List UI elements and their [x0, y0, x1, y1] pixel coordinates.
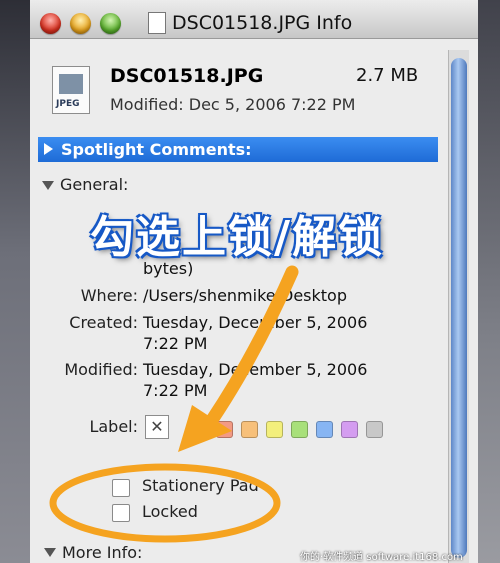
zoom-button[interactable]: [100, 13, 121, 34]
image-preview-icon: [59, 74, 83, 94]
disclosure-triangle-expanded-icon[interactable]: [42, 181, 54, 190]
created-date: Tuesday, December 5, 2006: [143, 313, 368, 332]
file-name: DSC01518.JPG: [110, 65, 264, 87]
modified-time: 7:22 PM: [143, 381, 208, 400]
locked-checkbox[interactable]: [112, 504, 130, 522]
disclosure-triangle-expanded-icon[interactable]: [44, 548, 56, 557]
created-label: Created:: [69, 313, 138, 332]
window-title: DSC01518.JPG Info: [172, 12, 353, 34]
file-size: 2.7 MB: [356, 65, 419, 86]
label-color-swatch[interactable]: [366, 421, 383, 438]
label-color-swatch[interactable]: [266, 421, 283, 438]
spotlight-comments-section[interactable]: Spotlight Comments:: [38, 137, 438, 162]
vertical-scrollbar[interactable]: [448, 50, 469, 563]
label-color-swatch[interactable]: [316, 421, 333, 438]
document-icon: [148, 12, 166, 34]
scroll-thumb[interactable]: [451, 58, 467, 558]
modified-date: Tuesday, December 5, 2006: [143, 360, 368, 379]
where-label: Where:: [80, 286, 138, 305]
label-none-button[interactable]: ✕: [145, 415, 169, 439]
watermark-text: 你的·软件频道 software.it168.com: [300, 552, 463, 563]
minimize-button[interactable]: [70, 13, 91, 34]
desktop-background-right: [478, 0, 500, 563]
where-value: /Users/shenmike/Desktop: [143, 286, 347, 305]
title-bar[interactable]: DSC01518.JPG Info: [30, 0, 478, 39]
annotation-caption: 勾选上锁/解锁: [90, 212, 385, 263]
label-color-swatch[interactable]: [241, 421, 258, 438]
stationery-pad-label: Stationery Pad: [142, 476, 259, 495]
spotlight-comments-label: Spotlight Comments:: [61, 140, 252, 159]
stationery-pad-checkbox[interactable]: [112, 479, 130, 497]
close-button[interactable]: [40, 13, 61, 34]
modified-label: Modified:: [64, 360, 138, 379]
desktop-background-left: [0, 0, 30, 563]
jpeg-file-icon: JPEG: [52, 66, 90, 114]
general-section-label[interactable]: General:: [60, 175, 128, 194]
file-type-label: JPEG: [56, 99, 80, 109]
file-modified-summary: Modified: Dec 5, 2006 7:22 PM: [110, 95, 356, 114]
label-label: Label:: [89, 417, 138, 436]
locked-label: Locked: [142, 502, 198, 521]
label-color-swatch[interactable]: [291, 421, 308, 438]
label-color-swatch[interactable]: [341, 421, 358, 438]
more-info-section-label[interactable]: More Info:: [62, 543, 142, 562]
info-window: DSC01518.JPG Info JPEG DSC01518.JPG 2.7 …: [30, 0, 478, 563]
created-time: 7:22 PM: [143, 334, 208, 353]
disclosure-triangle-collapsed-icon[interactable]: [44, 143, 53, 155]
label-color-swatch[interactable]: [216, 421, 233, 438]
